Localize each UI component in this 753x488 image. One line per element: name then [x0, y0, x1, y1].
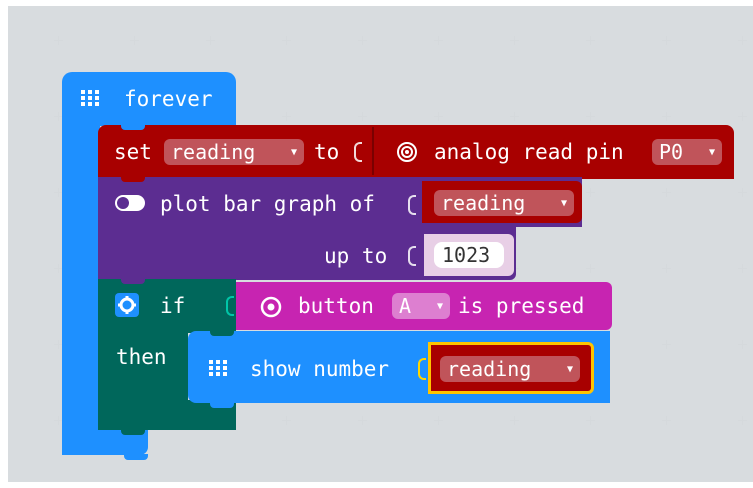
show-number-variable-dropdown[interactable]: reading ▼	[440, 356, 580, 382]
set-label: set	[114, 140, 152, 164]
button-dropdown[interactable]: A ▼	[392, 293, 450, 319]
if-label: if	[160, 294, 186, 318]
up-to-number-value: 1023	[442, 243, 491, 267]
button-icon	[260, 296, 282, 322]
dropdown-arrow-icon: ▼	[436, 301, 443, 312]
input-socket-notch	[226, 296, 234, 316]
variable-dropdown-label: reading	[171, 140, 256, 164]
show-number-block-notch	[210, 331, 234, 336]
dropdown-arrow-icon: ▼	[560, 198, 567, 209]
forever-block-bottom-notch	[124, 454, 148, 460]
input-socket-notch	[418, 358, 426, 380]
button-label: button	[298, 294, 374, 318]
button-dropdown-label: A	[399, 294, 412, 318]
up-to-number-input[interactable]: 1023	[434, 242, 504, 268]
analog-read-pin-label: analog read pin	[434, 140, 624, 164]
forever-label: forever	[124, 87, 213, 111]
if-block-notch	[121, 279, 145, 284]
dropdown-arrow-icon: ▼	[290, 147, 297, 158]
forever-block-arm	[62, 120, 100, 455]
show-number-variable-label: reading	[447, 357, 532, 381]
plot-bar-graph-label: plot bar graph of	[160, 192, 375, 216]
up-to-label: up to	[324, 244, 388, 268]
plot-variable-dropdown[interactable]: reading ▼	[434, 190, 574, 216]
pin-dropdown[interactable]: P0 ▼	[652, 139, 722, 165]
plot-block-notch	[121, 177, 145, 182]
gear-icon[interactable]	[114, 292, 140, 322]
to-label: to	[314, 140, 340, 164]
input-socket-notch	[408, 195, 416, 215]
show-number-label: show number	[250, 357, 390, 381]
dropdown-arrow-icon: ▼	[566, 364, 573, 375]
variable-dropdown-reading[interactable]: reading ▼	[164, 139, 304, 165]
dropdown-arrow-icon: ▼	[708, 147, 715, 158]
input-socket-notch	[408, 246, 416, 266]
grid-icon	[80, 88, 100, 112]
show-number-block-bottom-notch	[210, 402, 234, 408]
then-label: then	[116, 345, 167, 369]
input-socket-notch	[354, 142, 362, 162]
set-block-notch	[121, 125, 145, 130]
plot-variable-dropdown-label: reading	[441, 191, 526, 215]
grid-icon	[208, 358, 228, 382]
toggle-icon	[114, 194, 146, 216]
pin-dropdown-label: P0	[659, 140, 684, 164]
if-block-bottom-notch	[121, 429, 145, 435]
pin-icon	[396, 141, 418, 167]
is-pressed-label: is pressed	[458, 294, 585, 318]
